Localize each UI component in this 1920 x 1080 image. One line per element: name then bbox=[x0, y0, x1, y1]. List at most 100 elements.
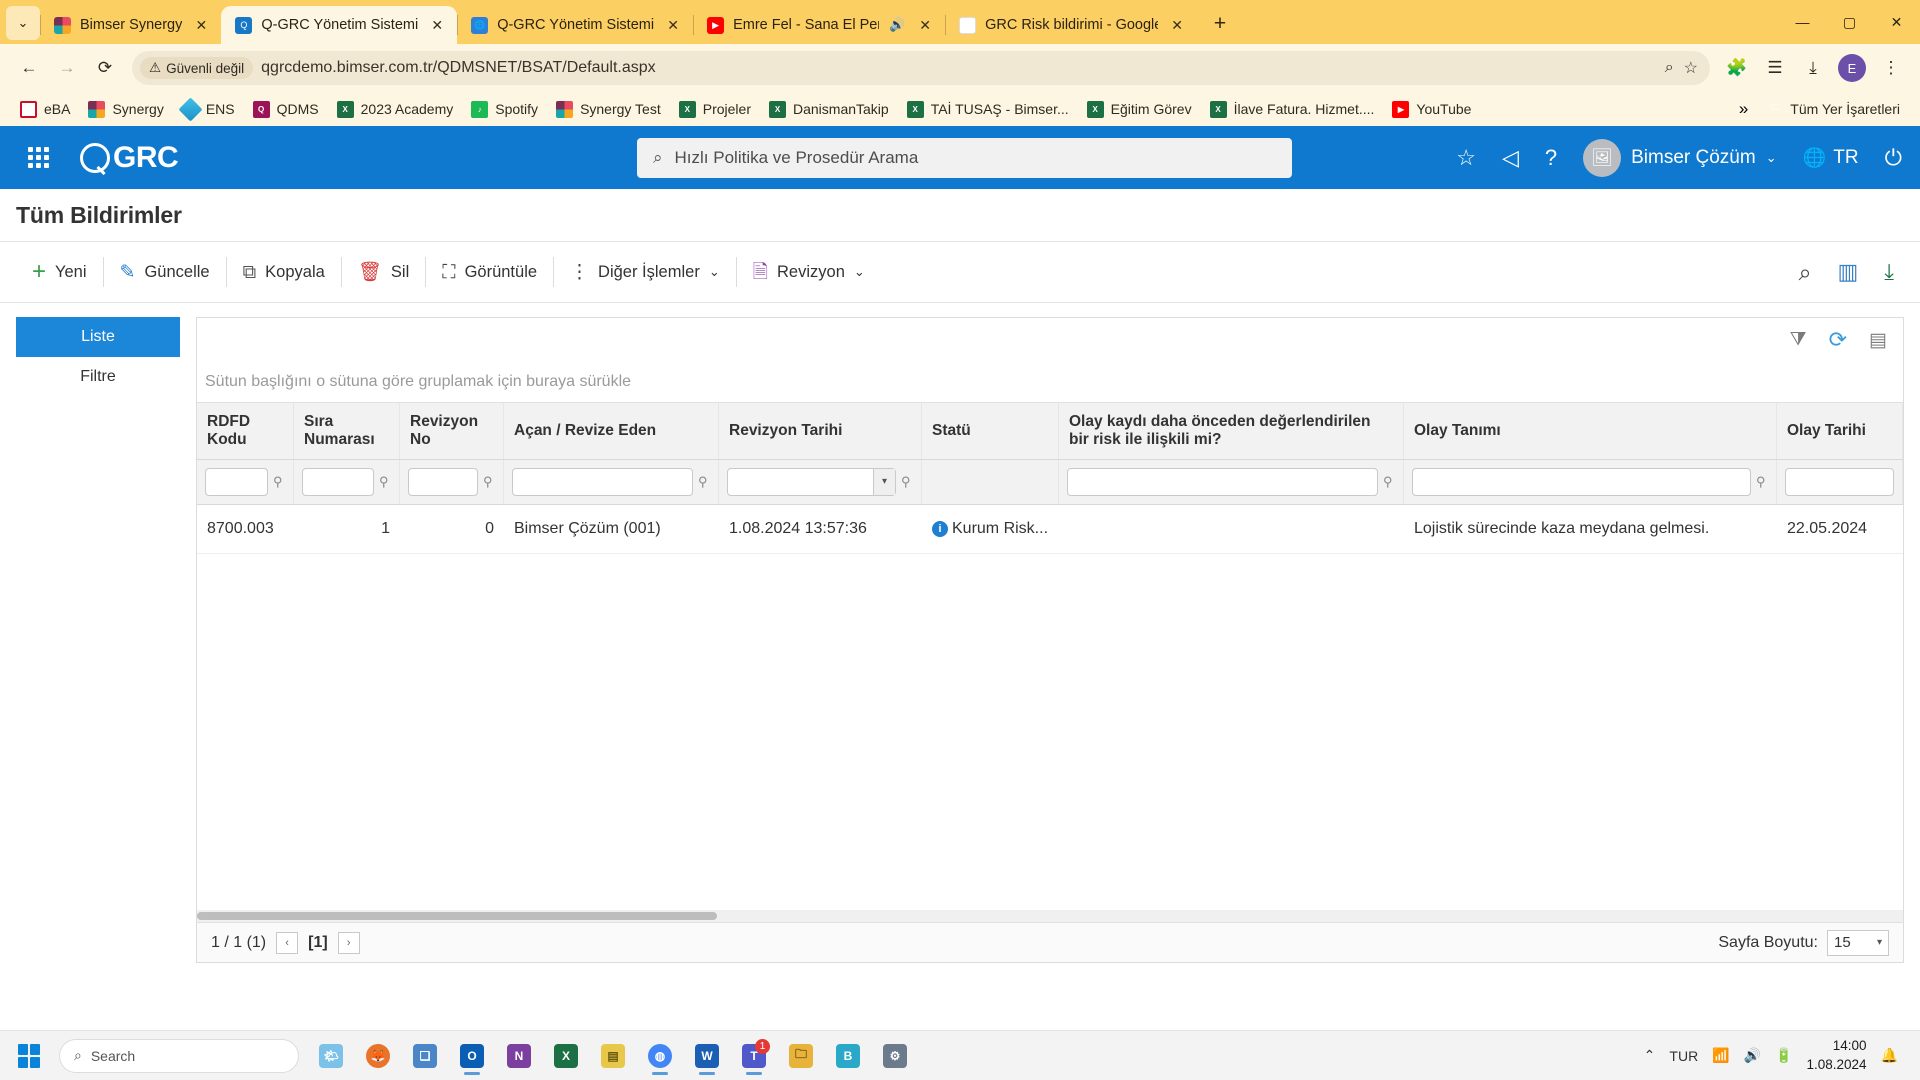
tray-expand-icon[interactable]: ⌃ bbox=[1644, 1047, 1656, 1064]
forward-button[interactable]: → bbox=[50, 51, 84, 85]
favorites-star-icon[interactable]: ☆ bbox=[1456, 146, 1476, 169]
tab-close-icon[interactable]: ✕ bbox=[1167, 15, 1187, 35]
bookmark-qdms[interactable]: Q QDMS bbox=[245, 97, 327, 122]
filter-icon[interactable]: ⚲ bbox=[698, 474, 710, 490]
sidebar-item-liste[interactable]: Liste bbox=[16, 317, 180, 357]
browser-tab-1[interactable]: Bimser Synergy ✕ bbox=[40, 6, 221, 44]
export-excel-icon[interactable]: ⤓ bbox=[1884, 261, 1894, 283]
bookmark-synergy[interactable]: Synergy bbox=[80, 97, 171, 122]
filter-input-olay-tanimi[interactable] bbox=[1412, 467, 1751, 496]
group-by-dropzone[interactable]: Sütun başlığını o sütuna göre gruplamak … bbox=[197, 362, 1903, 402]
windows-start-icon[interactable] bbox=[10, 1040, 48, 1072]
bookmark-danismantakip[interactable]: X DanismanTakip bbox=[761, 97, 897, 122]
column-header-revizyon-tarihi[interactable]: Revizyon Tarihi bbox=[719, 403, 922, 459]
current-page[interactable]: [1] bbox=[308, 934, 328, 952]
next-page-button[interactable]: › bbox=[337, 931, 360, 954]
tab-close-icon[interactable]: ✕ bbox=[663, 15, 683, 35]
widgets-icon[interactable]: 🌤 bbox=[310, 1035, 352, 1077]
browser-tab-5[interactable]: G GRC Risk bildirimi - Google'da A ✕ bbox=[945, 6, 1197, 44]
minimize-button[interactable]: — bbox=[1779, 0, 1826, 44]
filter-input-acan-revize-eden[interactable] bbox=[512, 467, 693, 496]
app-grid-icon[interactable] bbox=[28, 146, 58, 169]
bimser-app-icon[interactable]: B bbox=[827, 1035, 869, 1077]
bookmark-ilave-fatura[interactable]: X İlave Fatura. Hizmet.... bbox=[1202, 97, 1383, 122]
bookmark-spotify[interactable]: ♪ Spotify bbox=[463, 97, 546, 122]
settings-gear-icon[interactable]: ⚙ bbox=[874, 1035, 916, 1077]
filter-icon[interactable]: ⚲ bbox=[273, 474, 285, 490]
column-header-olay-kaydi[interactable]: Olay kaydı daha önceden değerlendirilen … bbox=[1059, 403, 1404, 459]
bookmark-star-icon[interactable]: ☆ bbox=[1684, 58, 1698, 78]
other-operations-button[interactable]: ⋮ Diğer İşlemler ⌄ bbox=[554, 253, 736, 291]
bookmark-ens[interactable]: ENS bbox=[174, 96, 243, 122]
file-explorer-icon[interactable]: 🗀 bbox=[780, 1035, 822, 1077]
filter-input-olay-kaydi[interactable] bbox=[1067, 467, 1378, 496]
filter-input-olay-tarihi[interactable] bbox=[1785, 467, 1894, 496]
column-settings-icon[interactable]: ▤ bbox=[1869, 329, 1887, 352]
firefox-icon[interactable]: 🦊 bbox=[357, 1035, 399, 1077]
word-icon[interactable]: W bbox=[686, 1035, 728, 1077]
excel-icon[interactable]: X bbox=[545, 1035, 587, 1077]
maximize-button[interactable]: ▢ bbox=[1826, 0, 1873, 44]
column-header-revizyon-no[interactable]: Revizyon No bbox=[400, 403, 504, 459]
taskbar-search[interactable]: ⌕ Search bbox=[59, 1038, 299, 1073]
user-menu[interactable]: 🖼 Bimser Çözüm ⌄ bbox=[1583, 138, 1777, 177]
filter-icon[interactable]: ⚲ bbox=[483, 474, 495, 490]
column-header-rdfd-kodu[interactable]: RDFD Kodu bbox=[197, 403, 294, 459]
onenote-icon[interactable]: N bbox=[498, 1035, 540, 1077]
sidebar-item-filtre[interactable]: Filtre bbox=[16, 357, 180, 397]
bookmark-youtube[interactable]: ▶ YouTube bbox=[1384, 97, 1479, 122]
profile-avatar[interactable]: E bbox=[1838, 54, 1866, 82]
grc-logo[interactable]: GRC bbox=[80, 141, 179, 175]
page-size-select[interactable]: 15 ▾ bbox=[1827, 929, 1889, 956]
kebab-menu-icon[interactable]: ⋮ bbox=[1874, 51, 1908, 85]
bookmark-synergy-test[interactable]: Synergy Test bbox=[548, 97, 669, 122]
copy-button[interactable]: ⧉ Kopyala bbox=[227, 253, 341, 291]
close-window-button[interactable]: ✕ bbox=[1873, 0, 1920, 44]
battery-icon[interactable]: 🔋 bbox=[1775, 1047, 1792, 1064]
back-button[interactable]: ← bbox=[12, 51, 46, 85]
language-indicator[interactable]: TUR bbox=[1669, 1048, 1698, 1064]
browser-tab-2[interactable]: Q Q-GRC Yönetim Sistemi ✕ bbox=[221, 6, 458, 44]
view-button[interactable]: ⛶ Görüntüle bbox=[426, 253, 553, 291]
filter-input-revizyon-no[interactable] bbox=[408, 467, 478, 496]
language-selector[interactable]: 🌐 TR bbox=[1803, 146, 1859, 170]
wifi-icon[interactable]: 📶 bbox=[1712, 1047, 1729, 1064]
refresh-icon[interactable]: ⟳ bbox=[1829, 327, 1847, 353]
outlook-icon[interactable]: O bbox=[451, 1035, 493, 1077]
address-bar[interactable]: ⚠ Güvenli değil qgrcdemo.bimser.com.tr/Q… bbox=[132, 51, 1710, 85]
browser-tab-3[interactable]: 🌐 Q-GRC Yönetim Sistemi ✕ bbox=[457, 6, 693, 44]
column-header-olay-tarihi[interactable]: Olay Tarihi bbox=[1777, 403, 1903, 459]
volume-icon[interactable]: 🔊 bbox=[1744, 1047, 1761, 1064]
filter-input-sira-numarasi[interactable] bbox=[302, 467, 374, 496]
notification-bell-icon[interactable]: 🔔 bbox=[1881, 1047, 1898, 1064]
tab-close-icon[interactable]: ✕ bbox=[915, 15, 935, 35]
extensions-icon[interactable]: 🧩 bbox=[1720, 51, 1754, 85]
filter-icon[interactable]: ⚲ bbox=[379, 474, 391, 490]
bookmark-eba[interactable]: eBA eBA bbox=[12, 97, 78, 122]
announcement-icon[interactable]: ◁ bbox=[1502, 146, 1519, 169]
filter-dropdown-revizyon-tarihi[interactable]: ▾ bbox=[727, 467, 896, 496]
clear-filter-icon[interactable]: ⧩ bbox=[1790, 329, 1807, 351]
tab-close-icon[interactable]: ✕ bbox=[427, 15, 447, 35]
bookmarks-overflow-button[interactable]: » bbox=[1739, 99, 1748, 119]
search-icon[interactable]: ⌕ bbox=[1799, 260, 1812, 284]
new-tab-button[interactable]: + bbox=[1203, 7, 1237, 41]
sticky-notes-icon[interactable]: ▤ bbox=[592, 1035, 634, 1077]
clock[interactable]: 14:00 1.08.2024 bbox=[1807, 1037, 1867, 1073]
bookmark-2023-academy[interactable]: X 2023 Academy bbox=[329, 97, 462, 122]
chrome-icon[interactable]: ◍ bbox=[639, 1035, 681, 1077]
revision-button[interactable]: 🗎 Revizyon ⌄ bbox=[737, 253, 881, 291]
teams-icon[interactable]: T 1 bbox=[733, 1035, 775, 1077]
scrollbar-thumb[interactable] bbox=[197, 912, 717, 920]
tab-close-icon[interactable]: ✕ bbox=[191, 15, 211, 35]
help-question-icon[interactable]: ? bbox=[1545, 146, 1557, 169]
bookmark-tai-tusas[interactable]: X TAİ TUSAŞ - Bimser... bbox=[899, 97, 1077, 122]
tab-audio-icon[interactable]: 🔊 bbox=[888, 17, 906, 33]
filter-icon[interactable]: ⚲ bbox=[1756, 474, 1768, 490]
quick-search-box[interactable]: ⌕ Hızlı Politika ve Prosedür Arama bbox=[637, 138, 1292, 178]
bookmark-egitim-gorev[interactable]: X Eğitim Görev bbox=[1079, 97, 1200, 122]
filter-input-rdfd-kodu[interactable] bbox=[205, 467, 268, 496]
downloads-icon[interactable]: ⤓ bbox=[1796, 51, 1830, 85]
column-header-statu[interactable]: Statü bbox=[922, 403, 1059, 459]
filter-icon[interactable]: ⚲ bbox=[901, 474, 913, 490]
